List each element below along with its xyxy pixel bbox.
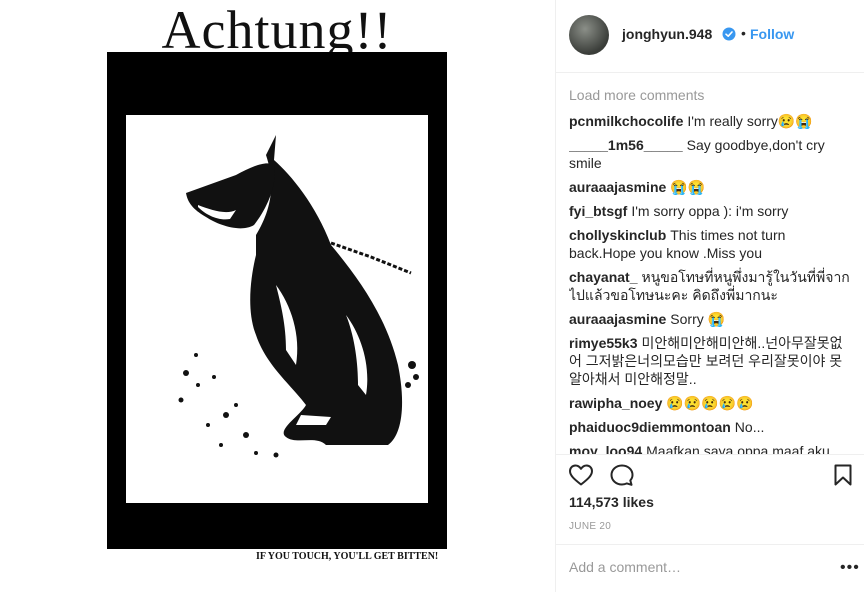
comments-list[interactable]: Load more comments pcnmilkchocolife I'm r…: [569, 86, 855, 454]
comment-bubble-icon[interactable]: [609, 463, 635, 487]
heart-icon[interactable]: [568, 463, 594, 487]
add-comment-input[interactable]: [569, 559, 819, 575]
poster-footer: IF YOU TOUCH, YOU'LL GET BITTEN!: [256, 551, 439, 562]
comment-text: 😢😢😢😢😢: [666, 395, 754, 411]
comment-item: rawipha_noey 😢😢😢😢😢: [569, 394, 855, 412]
follow-button[interactable]: Follow: [750, 26, 794, 42]
comment-text: No...: [734, 419, 765, 435]
comment-username[interactable]: _____1m56_____: [569, 137, 683, 153]
comment-text: Sorry 😭: [670, 311, 726, 327]
avatar[interactable]: [569, 15, 609, 55]
comment-username[interactable]: rawipha_noey: [569, 395, 662, 411]
comment-username[interactable]: chollyskinclub: [569, 227, 666, 243]
poster-title: Achtung!!: [161, 0, 393, 60]
post-sidebar: jonghyun.948 • Follow Load more comments…: [555, 0, 864, 592]
comment-item: auraaajasmine Sorry 😭: [569, 310, 855, 328]
doberman-illustration: [126, 115, 428, 503]
username-link[interactable]: jonghyun.948: [622, 26, 712, 42]
comment-username[interactable]: auraaajasmine: [569, 311, 666, 327]
comment-username[interactable]: chayanat_: [569, 269, 637, 285]
bookmark-icon[interactable]: [832, 463, 854, 487]
comment-text: 😭😭: [670, 179, 706, 195]
comment-username[interactable]: auraaajasmine: [569, 179, 666, 195]
comment-text: I'm really sorry😢😭: [687, 113, 813, 129]
more-options-icon[interactable]: •••: [840, 559, 860, 577]
comment-text: I'm sorry oppa ): i'm sorry: [631, 203, 789, 219]
dog-photo: [126, 115, 428, 503]
comment-item: chollyskinclub This times not turn back.H…: [569, 226, 855, 262]
comment-username[interactable]: moy_loo94: [569, 443, 642, 454]
comment-item: pcnmilkchocolife I'm really sorry😢😭: [569, 112, 855, 130]
load-more-comments-button[interactable]: Load more comments: [569, 86, 855, 104]
comment-item: _____1m56_____ Say goodbye,don't cry smil…: [569, 136, 855, 172]
comment-item: chayanat_ หนูขอโทษที่หนูพึ่งมารู้ในวันที่…: [569, 268, 855, 304]
post-header: jonghyun.948 • Follow: [556, 0, 864, 73]
comment-item: auraaajasmine 😭😭: [569, 178, 855, 196]
comment-username[interactable]: phaiduoc9diemmontoan: [569, 419, 731, 435]
comment-username[interactable]: pcnmilkchocolife: [569, 113, 683, 129]
add-comment-bar: •••: [556, 544, 864, 593]
comment-text: Maafkan saya oppa maaf aku: [646, 443, 830, 454]
comment-item: moy_loo94 Maafkan saya oppa maaf aku: [569, 442, 855, 454]
likes-count[interactable]: 114,573 likes: [569, 494, 654, 510]
header-separator: •: [741, 25, 746, 41]
post-image[interactable]: Achtung!! I have a black dog IF YOU TOUC…: [0, 0, 555, 592]
comment-item: phaiduoc9diemmontoan No...: [569, 418, 855, 436]
post-date: JUNE 20: [569, 521, 612, 532]
verified-badge-icon: [722, 27, 736, 41]
comment-item: rimye55k3 미안해미안해미안해..넌아무잘못없어 그저밝은너의모습만 보려…: [569, 334, 855, 388]
comment-item: fyi_btsgf I'm sorry oppa ): i'm sorry: [569, 202, 855, 220]
comment-username[interactable]: fyi_btsgf: [569, 203, 627, 219]
comment-username[interactable]: rimye55k3: [569, 335, 638, 351]
poster-frame: I have a black dog: [107, 52, 447, 549]
action-bar: [556, 454, 864, 495]
poster-caption: I have a black dog: [129, 464, 298, 489]
